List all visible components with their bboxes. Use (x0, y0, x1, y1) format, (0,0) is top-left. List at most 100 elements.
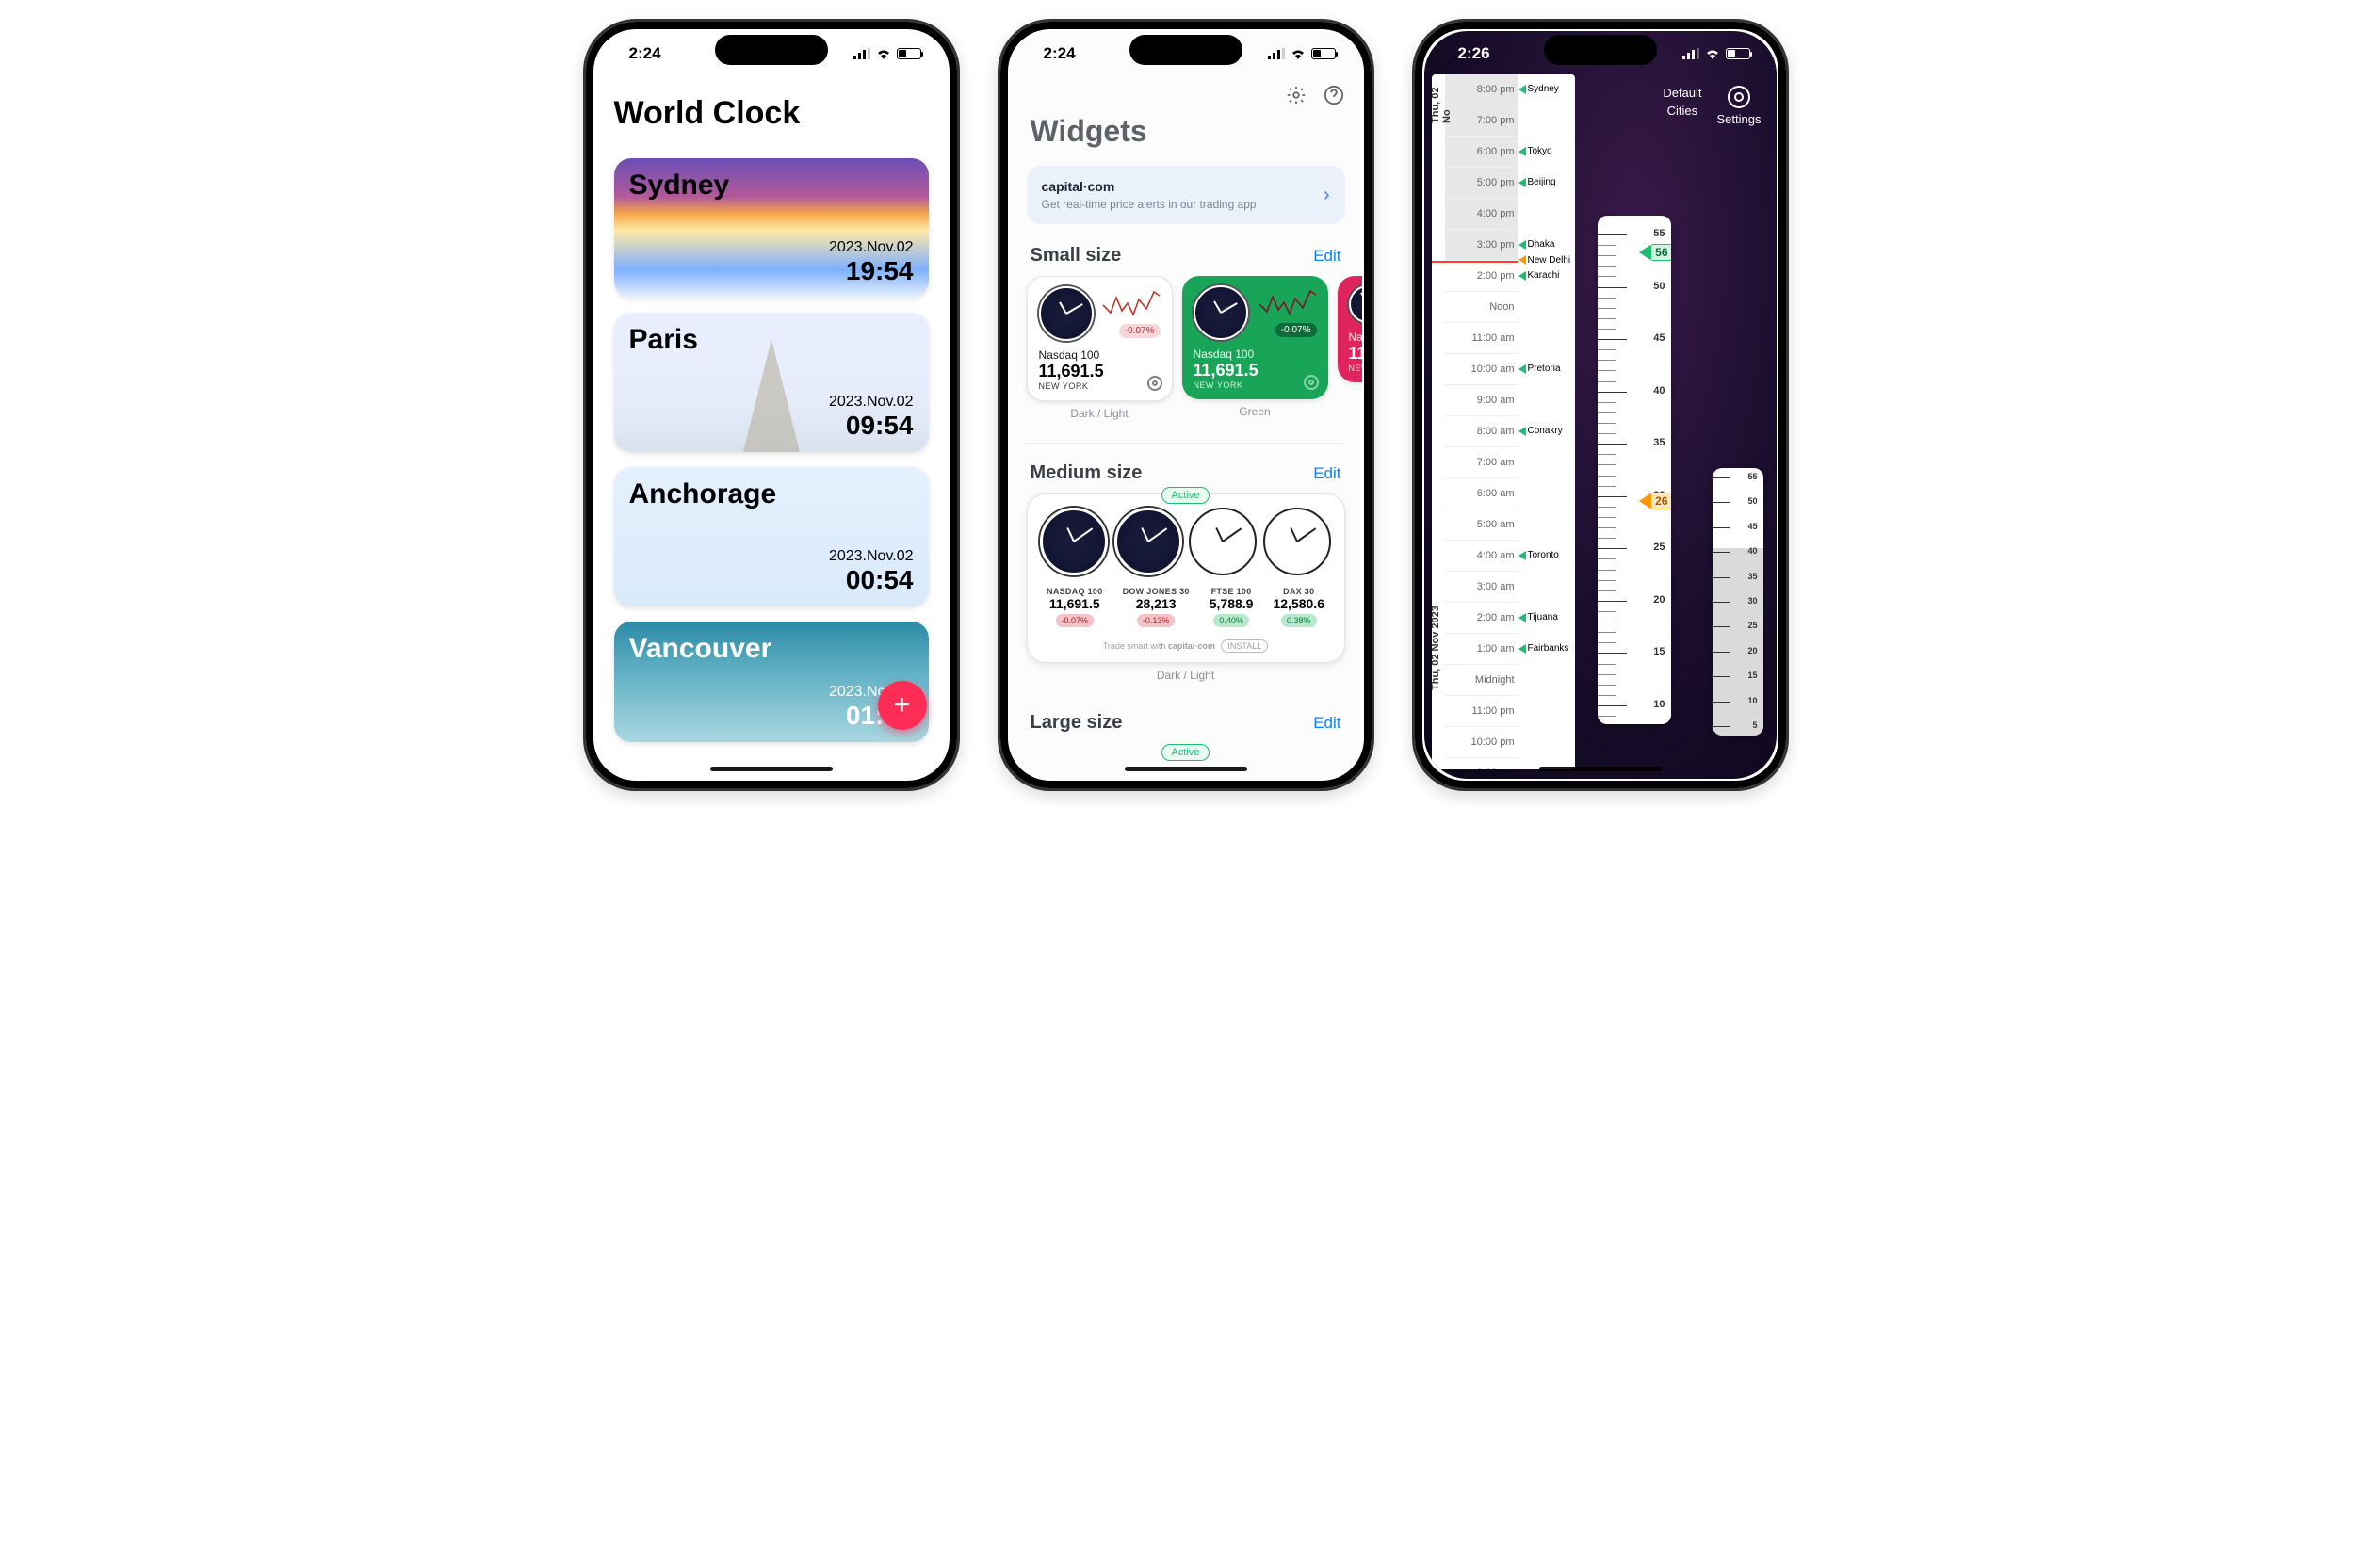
widget-medium[interactable]: NASDAQ 10011,691.5-0.07%DOW JONES 3028,2… (1027, 493, 1345, 663)
promo-subtitle: Get real-time price alerts in our tradin… (1042, 198, 1257, 211)
city-marker[interactable]: Beijing (1518, 177, 1556, 187)
city-card-sydney[interactable]: Sydney 2023.Nov.02 19:54 (614, 158, 929, 298)
ruler-label: 20 (1747, 646, 1757, 655)
ruler-small[interactable]: 555045403530252015105 (1713, 468, 1763, 736)
city-card-vancouver[interactable]: Vancouver 2023.Nov.02 01:54 (614, 622, 929, 742)
city-time: 19:54 (829, 256, 914, 286)
hour-row: Noon (1445, 292, 1518, 323)
section-title-small: Small size (1031, 245, 1122, 267)
city-marker[interactable]: Fairbanks (1518, 643, 1569, 654)
city-marker[interactable]: Karachi (1518, 270, 1560, 281)
ruler-label: 45 (1653, 332, 1665, 344)
ticker-place: NEW YORK (1039, 381, 1161, 391)
phone-world-clock: 2:24 World Clock Sydney 2023.Nov.02 19:5… (583, 19, 960, 791)
clock-icon (1263, 508, 1331, 575)
ruler-pointer[interactable]: 56 (1639, 244, 1670, 261)
city-marker[interactable]: Tijuana (1518, 612, 1558, 622)
ruler-label: 15 (1747, 671, 1757, 680)
ruler-label: 5 (1752, 720, 1757, 730)
city-name: Vancouver (629, 633, 914, 665)
hour-row: 11:00 pm (1445, 696, 1518, 727)
cellular-icon (1268, 48, 1285, 59)
home-indicator[interactable] (710, 767, 833, 771)
city-card-anchorage[interactable]: Anchorage 2023.Nov.02 00:54 (614, 467, 929, 606)
city-marker[interactable]: Sydney (1518, 84, 1559, 94)
help-icon[interactable] (1323, 84, 1345, 106)
hour-row: Midnight (1445, 665, 1518, 696)
ticker-name: Nasd (1349, 331, 1362, 344)
cellular-icon (853, 48, 870, 59)
ticker: DAX 3012,580.60.38% (1273, 587, 1324, 628)
hour-row: 9:00 am (1445, 385, 1518, 416)
cellular-icon (1682, 48, 1699, 59)
hour-row: 8:00 pm (1445, 74, 1518, 105)
status-right (1682, 48, 1750, 59)
timeline-column[interactable]: Thu, 02 No Thu, 02 Nov 2023 8:00 pm7:00 … (1432, 74, 1575, 769)
widget-settings-icon[interactable] (1147, 376, 1162, 391)
default-cities-button[interactable]: Default Cities (1663, 86, 1701, 118)
city-time: 09:54 (829, 411, 914, 441)
city-marker[interactable]: Toronto (1518, 550, 1559, 560)
settings-button[interactable]: Settings (1717, 86, 1762, 126)
hour-row: 2:00 pm (1445, 261, 1518, 292)
clock-icon (1189, 508, 1257, 575)
top-nav: Default Cities Settings (1663, 86, 1761, 126)
hour-row: 4:00 pm (1445, 199, 1518, 230)
home-indicator[interactable] (1539, 767, 1662, 771)
ruler-label: 50 (1747, 496, 1757, 506)
dynamic-island (1544, 35, 1657, 65)
phone-timeline: 2:26 Default Cities Settings Thu, 02 No … (1412, 19, 1789, 791)
clock-icon (1040, 508, 1108, 575)
city-marker[interactable]: Pretoria (1518, 364, 1561, 374)
add-city-button[interactable]: + (878, 681, 927, 730)
widget-small-green[interactable]: -0.07% Nasdaq 100 11,691.5 NEW YORK (1182, 276, 1328, 399)
hour-row: 2:00 am (1445, 603, 1518, 634)
hour-row: 8:00 am (1445, 416, 1518, 447)
ruler-label: 10 (1653, 699, 1665, 710)
section-title-large: Large size (1031, 712, 1123, 734)
home-indicator[interactable] (1125, 767, 1247, 771)
ticker-value: 11,69 (1349, 344, 1362, 364)
edit-button[interactable]: Edit (1313, 464, 1340, 483)
ticker-value: 11,691.5 (1194, 361, 1317, 380)
ruler-label: 55 (1653, 228, 1665, 239)
small-widget-row[interactable]: Active -0.07% Nasdaq 100 11,691.5 NEW YO… (1010, 276, 1362, 441)
widget-small-red[interactable]: Nasd 11,69 NEW Y (1338, 276, 1362, 382)
dynamic-island (1129, 35, 1242, 65)
ruler-label: 20 (1653, 594, 1665, 606)
hour-row: 4:00 am (1445, 541, 1518, 572)
ruler-pointer[interactable]: 26 (1639, 493, 1670, 509)
hour-row: 5:00 pm (1445, 168, 1518, 199)
city-name: Paris (629, 324, 914, 356)
hour-row: 5:00 am (1445, 509, 1518, 541)
city-marker[interactable]: Dhaka (1518, 239, 1555, 250)
city-marker[interactable]: New Delhi (1518, 255, 1571, 266)
settings-icon[interactable] (1285, 84, 1307, 106)
battery-icon (1726, 48, 1750, 59)
screen: 2:24 Widgets capital·com Get real-time p… (1010, 31, 1362, 779)
install-button[interactable]: INSTALL (1221, 639, 1268, 653)
promo-banner[interactable]: capital·com Get real-time price alerts i… (1027, 166, 1345, 224)
pct-badge: -0.07% (1275, 323, 1317, 337)
hour-row: 7:00 pm (1445, 105, 1518, 137)
city-marker[interactable]: Tokyo (1518, 146, 1552, 156)
eiffel-icon (743, 339, 800, 452)
sparkline-icon (1259, 285, 1317, 321)
widget-settings-icon[interactable] (1304, 375, 1319, 390)
edit-button[interactable]: Edit (1313, 247, 1340, 266)
ruler-label: 25 (1747, 621, 1757, 630)
hour-row: 10:00 pm (1445, 727, 1518, 758)
city-card-paris[interactable]: Paris 2023.Nov.02 09:54 (614, 313, 929, 452)
ticker-place: NEW YORK (1194, 380, 1317, 390)
section-title-medium: Medium size (1031, 462, 1143, 484)
edit-button[interactable]: Edit (1313, 714, 1340, 733)
widget-small-light[interactable]: -0.07% Nasdaq 100 11,691.5 NEW YORK (1027, 276, 1173, 401)
date-label: Thu, 02 Nov 2023 (1432, 549, 1441, 690)
screen: 2:26 Default Cities Settings Thu, 02 No … (1424, 31, 1777, 779)
city-list[interactable]: Sydney 2023.Nov.02 19:54 Paris 2023.Nov.… (595, 141, 948, 742)
page-title: World Clock (595, 76, 948, 141)
ticker: DOW JONES 3028,213-0.13% (1123, 587, 1190, 628)
city-marker[interactable]: Conakry (1518, 426, 1563, 436)
widget-caption: Green (1182, 405, 1328, 418)
ruler-large[interactable]: 555045403530252015105626 (1598, 216, 1671, 724)
